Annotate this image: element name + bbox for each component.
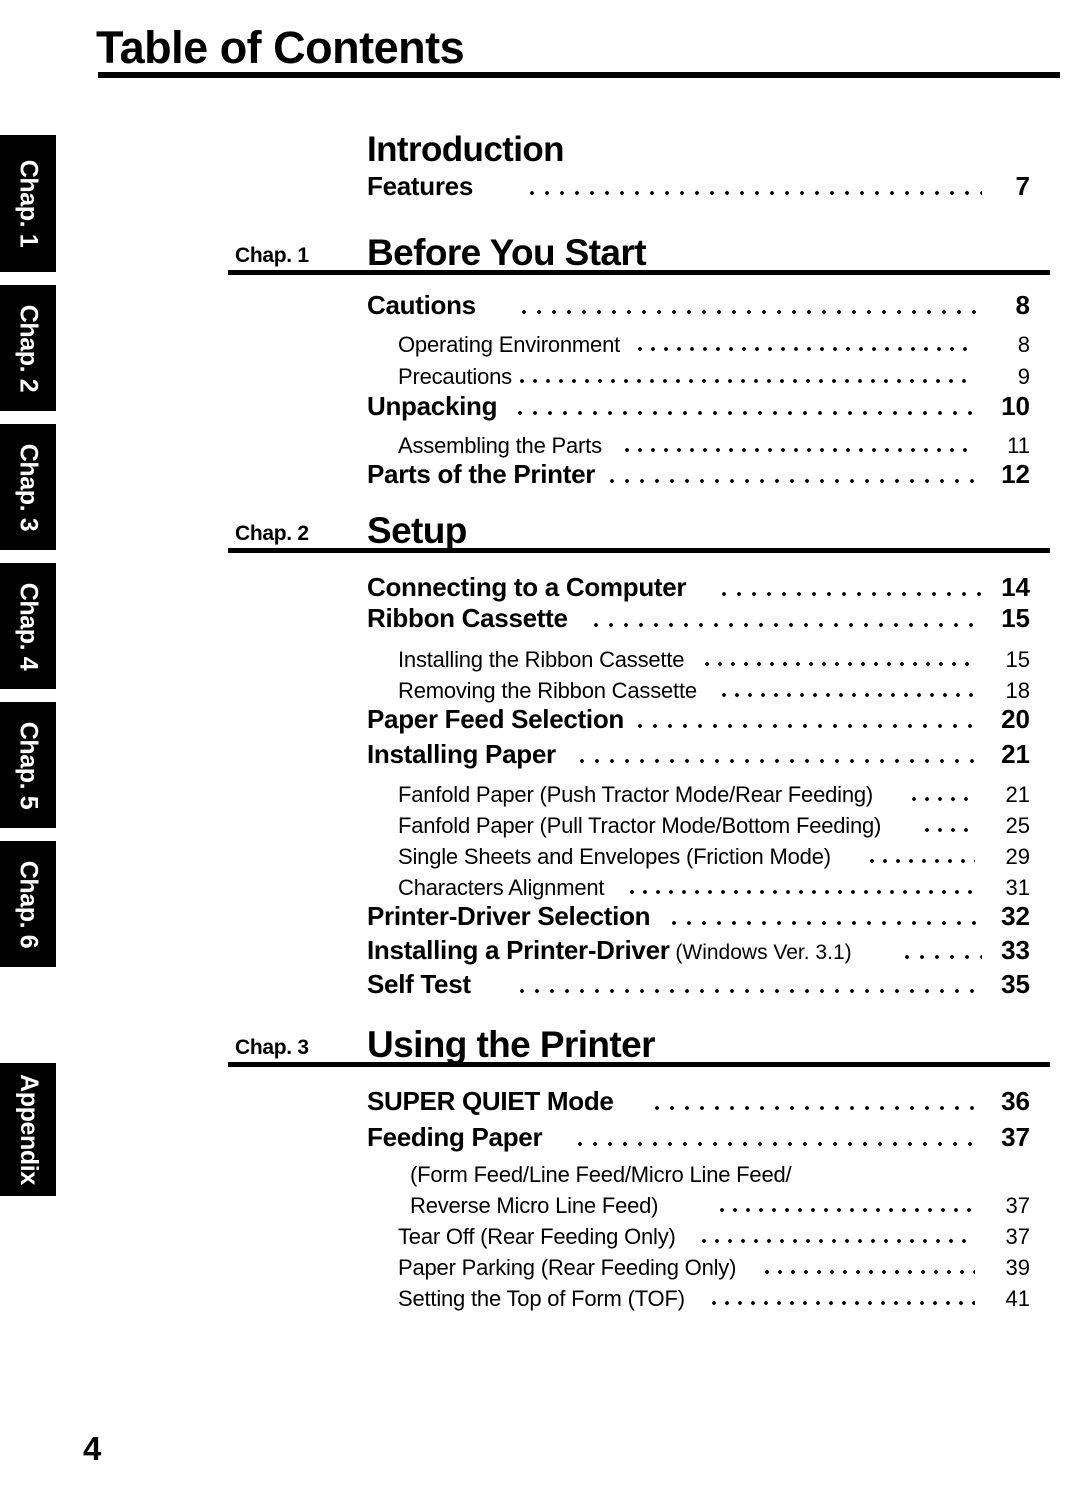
section-title[interactable]: Before You Start	[367, 232, 647, 274]
page-title: Table of Contents	[96, 22, 465, 73]
toc-leader-dots	[925, 828, 975, 832]
toc-leader-dots	[638, 724, 982, 728]
toc-entry-label: Self Test	[367, 969, 471, 999]
toc-section-heading: Chap. 3 Using the Printer	[0, 1014, 1080, 1066]
section-title[interactable]: Using the Printer	[367, 1024, 656, 1066]
toc-entry-qualifier: (Windows Ver. 3.1)	[669, 941, 852, 964]
toc-entry[interactable]: Self Test 35	[0, 964, 1080, 1000]
toc-page-number: 32	[1001, 901, 1030, 931]
toc-leader-dots	[702, 1239, 975, 1243]
toc-leader-dots	[518, 411, 982, 415]
toc-entry-label: Ribbon Cassette	[367, 603, 568, 633]
toc-leader-dots	[610, 479, 982, 483]
toc-leader-dots	[520, 379, 975, 383]
toc-section-heading: Chap. 1 Before You Start	[0, 222, 1080, 274]
toc-leader-dots	[630, 890, 975, 894]
toc-entry-label: Installing Paper	[367, 739, 556, 769]
toc-entry-label: Cautions	[367, 290, 476, 320]
section-divider	[228, 1062, 1050, 1067]
chapter-label: Chap. 2	[235, 522, 309, 545]
toc-leader-dots	[638, 347, 975, 351]
toc-entry[interactable]: Installing a Printer-Driver (Windows Ver…	[0, 930, 1080, 966]
toc-leader-dots	[912, 797, 975, 801]
toc-section-heading: Introduction	[0, 118, 1080, 170]
toc-entry-label: SUPER QUIET Mode	[367, 1086, 614, 1116]
title-divider	[98, 72, 1060, 78]
toc-page-number: 15	[1001, 603, 1030, 633]
toc-page-number: 41	[1005, 1286, 1030, 1311]
toc-entry[interactable]: Unpacking 10	[0, 386, 1080, 422]
toc-leader-dots	[625, 448, 975, 452]
section-title[interactable]: Introduction	[367, 130, 565, 170]
section-divider	[228, 270, 1050, 275]
toc-leader-dots	[530, 191, 982, 195]
toc-section-heading: Chap. 2 Setup	[0, 500, 1080, 552]
toc-entry[interactable]: Precautions 9	[0, 354, 1080, 390]
toc-leader-dots	[578, 1142, 982, 1146]
toc-entry[interactable]: Cautions 8	[0, 285, 1080, 321]
toc-page-number: 12	[1001, 459, 1030, 489]
toc-leader-dots	[705, 662, 975, 666]
toc-leader-dots	[594, 623, 982, 627]
toc-leader-dots	[580, 759, 982, 763]
toc-page-number: 7	[1015, 171, 1030, 201]
toc-leader-dots	[522, 310, 982, 314]
toc-page-number: 21	[1001, 739, 1030, 769]
toc-entry-label: Paper Feed Selection	[367, 704, 624, 734]
toc-entry-label: Setting the Top of Form (TOF)	[398, 1286, 685, 1311]
toc-leader-dots	[520, 989, 982, 993]
toc-entry[interactable]: Installing Paper 21	[0, 734, 1080, 770]
toc-page-number: 37	[1001, 1122, 1030, 1152]
toc-page-number: 36	[1001, 1086, 1030, 1116]
toc-entry[interactable]: Printer-Driver Selection 32	[0, 896, 1080, 932]
toc-page-number: 35	[1001, 969, 1030, 999]
toc-entry[interactable]: Paper Feed Selection 20	[0, 699, 1080, 735]
toc-leader-dots	[765, 1270, 975, 1274]
toc-page-number: 20	[1001, 704, 1030, 734]
toc-entry[interactable]: Features 7	[0, 166, 1080, 202]
toc-entry-label: Features	[367, 171, 473, 201]
toc-page-number: 33	[1001, 935, 1030, 965]
chapter-label: Chap. 1	[235, 244, 309, 267]
toc-entry[interactable]: Ribbon Cassette 15	[0, 598, 1080, 634]
toc-entry-label: Feeding Paper	[367, 1122, 543, 1152]
toc-entry[interactable]: Operating Environment 8	[0, 322, 1080, 358]
toc-page-number: 10	[1001, 391, 1030, 421]
toc-entry-label: Unpacking	[367, 391, 498, 421]
toc-entry-label: Printer-Driver Selection	[367, 901, 651, 931]
toc-leader-dots	[722, 693, 975, 697]
toc-entry[interactable]: Setting the Top of Form (TOF) 41	[0, 1276, 1080, 1312]
section-title[interactable]: Setup	[367, 510, 467, 552]
page-number: 4	[83, 1430, 102, 1467]
toc-entry-label: Parts of the Printer	[367, 459, 596, 489]
toc-leader-dots	[655, 1106, 982, 1110]
toc-leader-dots	[712, 1301, 975, 1305]
section-divider	[228, 548, 1050, 553]
toc-entry[interactable]: Parts of the Printer 12	[0, 454, 1080, 490]
toc-entry-label: Installing a Printer-Driver (Windows Ver…	[367, 935, 852, 965]
toc-leader-dots	[672, 921, 980, 925]
toc-leader-dots	[720, 1208, 975, 1212]
toc-leader-dots	[870, 859, 975, 863]
chapter-label: Chap. 3	[235, 1036, 309, 1059]
toc-entry[interactable]: Feeding Paper 37	[0, 1117, 1080, 1153]
toc-leader-dots	[722, 592, 982, 596]
toc-page-number: 8	[1015, 290, 1030, 320]
toc-entry[interactable]: SUPER QUIET Mode 36	[0, 1081, 1080, 1117]
